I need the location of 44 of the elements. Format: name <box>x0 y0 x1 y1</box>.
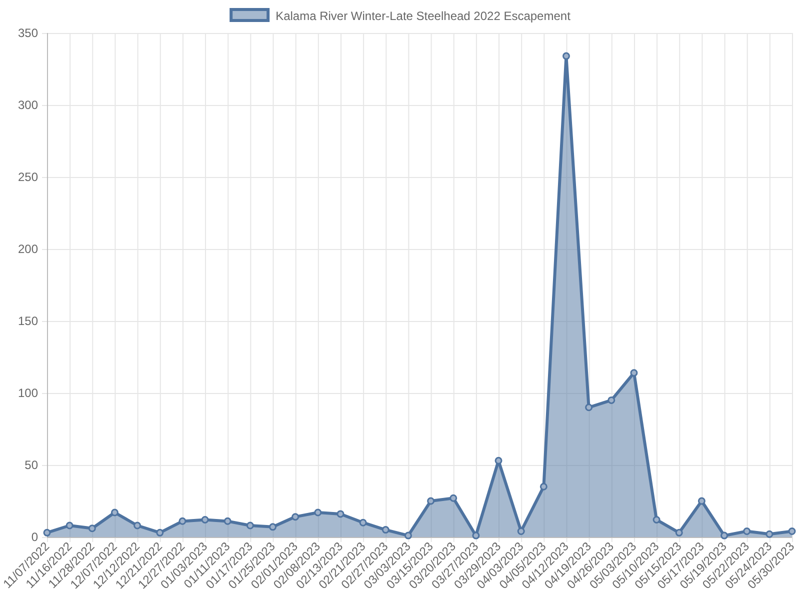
data-point <box>314 508 322 516</box>
data-point <box>427 497 435 505</box>
data-point <box>540 482 548 490</box>
y-axis-label: 200 <box>18 242 38 256</box>
y-axis-label: 250 <box>18 170 38 184</box>
data-point <box>494 456 502 464</box>
data-point <box>43 528 51 536</box>
legend-label: Kalama River Winter-Late Steelhead 2022 Escapement <box>276 9 570 23</box>
data-point <box>404 532 412 540</box>
y-axis-label: 150 <box>18 314 38 328</box>
data-point <box>585 404 593 412</box>
data-point <box>201 516 209 524</box>
data-point <box>88 524 96 532</box>
data-point <box>359 518 367 526</box>
data-point <box>608 396 616 404</box>
data-point <box>336 510 344 518</box>
y-axis-label: 300 <box>18 98 38 112</box>
data-point <box>382 526 390 534</box>
data-point <box>788 528 796 535</box>
data-point <box>675 528 683 536</box>
data-point <box>450 494 458 502</box>
data-point <box>134 522 142 530</box>
data-point <box>630 369 638 377</box>
y-axis-label: 350 <box>18 26 38 40</box>
data-point <box>766 530 774 538</box>
y-axis-label: 50 <box>24 458 38 472</box>
data-point <box>66 522 74 530</box>
legend-swatch <box>230 8 270 22</box>
data-point <box>562 52 570 60</box>
data-point <box>178 517 186 525</box>
data-point <box>517 528 525 535</box>
data-point <box>292 513 300 521</box>
data-point <box>652 516 660 524</box>
data-point <box>110 508 118 516</box>
data-point <box>472 532 480 540</box>
y-axis-label: 0 <box>31 530 38 544</box>
data-point <box>224 517 232 525</box>
data-point <box>698 497 706 505</box>
data-point <box>269 523 276 531</box>
data-point <box>720 532 728 540</box>
data-point <box>246 522 254 530</box>
y-axis-label: 100 <box>18 386 38 400</box>
data-point <box>743 528 751 535</box>
data-point <box>156 528 164 536</box>
